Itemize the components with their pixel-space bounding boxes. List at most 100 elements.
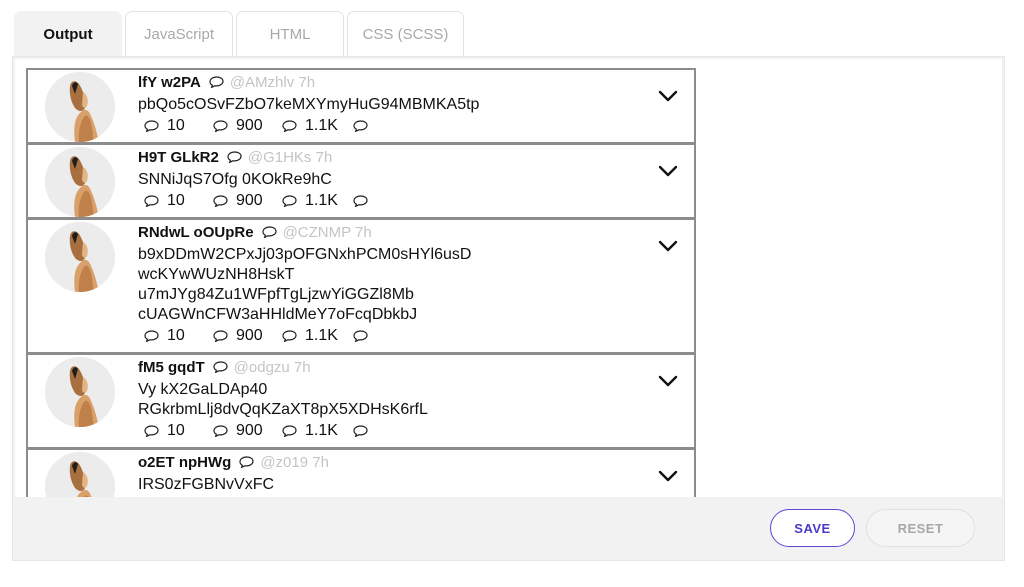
dog-avatar-image <box>45 72 115 142</box>
tweet-body: b9xDDmW2CPxJj03pOFGNxhPCM0sHYl6usD wcKYwW… <box>138 245 694 325</box>
comment-bubble-icon <box>213 330 228 342</box>
tab-css[interactable]: CSS (SCSS) <box>347 11 464 57</box>
output-viewport: lfY w2PA @AMzhlv 7h pbQo5cOSvFZbO7keMXYmyH… <box>15 59 1002 497</box>
reply-count-stat[interactable]: 10 <box>138 116 207 136</box>
tweet-card: fM5 gqdT @odgzu 7h Vy kX2GaLDAp40 RGkrbmLlj… <box>26 353 696 449</box>
retweet-count: 900 <box>236 117 263 134</box>
tweet-card: lfY w2PA @AMzhlv 7h pbQo5cOSvFZbO7keMXYmyH… <box>26 68 696 144</box>
comment-bubble-icon <box>282 330 297 342</box>
comment-bubble-icon <box>144 330 159 342</box>
chevron-down-icon[interactable] <box>658 470 678 482</box>
retweet-count-stat[interactable]: 900 <box>207 191 276 211</box>
tweet-header: H9T GLkR2 @G1HKs 7h <box>138 149 694 167</box>
like-count: 1.1K <box>305 327 338 344</box>
retweet-count: 900 <box>236 327 263 344</box>
tweet-feed: lfY w2PA @AMzhlv 7h pbQo5cOSvFZbO7keMXYmyH… <box>26 68 696 497</box>
chevron-down-icon[interactable] <box>658 165 678 177</box>
retweet-count-stat[interactable]: 900 <box>207 326 276 346</box>
retweet-count: 900 <box>236 422 263 439</box>
tweet-handle: @G1HKs 7h <box>247 149 333 166</box>
tweet-header: RNdwL oOUpRe @CZNMP 7h <box>138 224 694 242</box>
tweet-header: lfY w2PA @AMzhlv 7h <box>138 74 694 92</box>
tweet-username: H9T GLkR2 <box>138 149 219 166</box>
tweet-username: o2ET npHWg <box>138 454 232 471</box>
like-count-stat[interactable]: 1.1K <box>276 326 345 346</box>
reply-count: 10 <box>167 327 185 344</box>
editor-tabs: Output JavaScript HTML CSS (SCSS) <box>14 11 464 57</box>
like-count-stat[interactable]: 1.1K <box>276 116 345 136</box>
tweet-stats: 10 900 1.1K <box>138 191 694 211</box>
comment-bubble-icon[interactable] <box>353 330 368 342</box>
comment-bubble-icon[interactable] <box>353 195 368 207</box>
tweet-handle: @odgzu 7h <box>233 359 311 376</box>
reply-count-stat[interactable]: 10 <box>138 421 207 441</box>
tweet-header: fM5 gqdT @odgzu 7h <box>138 359 694 377</box>
reply-count: 10 <box>167 117 185 134</box>
like-count: 1.1K <box>305 422 338 439</box>
like-count-stat[interactable]: 1.1K <box>276 191 345 211</box>
tweet-body: pbQo5cOSvFZbO7keMXYmyHuG94MBMKA5tp <box>138 95 694 115</box>
comment-bubble-icon <box>213 120 228 132</box>
tweet-username: RNdwL oOUpRe <box>138 224 254 241</box>
tab-html[interactable]: HTML <box>236 11 344 57</box>
chevron-down-icon[interactable] <box>658 90 678 102</box>
tweet-body: IRS0zFGBNvVxFC <box>138 475 694 495</box>
tweet-handle: @AMzhlv 7h <box>229 74 316 91</box>
tweet-text-line: u7mJYg84Zu1WFpfTgLjzwYiGGZl8Mb <box>138 286 414 303</box>
dog-avatar-image <box>45 147 115 217</box>
tweet-text-line: SNNiJqS7Ofg 0KOkRe9hC <box>138 171 332 188</box>
tweet-stats: 10 900 1.1K <box>138 326 694 346</box>
comment-bubble-icon <box>282 120 297 132</box>
tweet-username: lfY w2PA <box>138 74 201 91</box>
tab-javascript[interactable]: JavaScript <box>125 11 233 57</box>
like-count: 1.1K <box>305 117 338 134</box>
comment-bubble-icon <box>209 76 224 88</box>
comment-bubble-icon[interactable] <box>353 120 368 132</box>
output-panel: lfY w2PA @AMzhlv 7h pbQo5cOSvFZbO7keMXYmyH… <box>12 56 1005 561</box>
tweet-text-line: b9xDDmW2CPxJj03pOFGNxhPCM0sHYl6usD <box>138 246 472 263</box>
tweet-text-line: wcKYwWUzNH8HskT <box>138 266 295 283</box>
tweet-username: fM5 gqdT <box>138 359 205 376</box>
chevron-down-icon[interactable] <box>658 375 678 387</box>
tweet-handle: @CZNMP 7h <box>282 224 372 241</box>
dog-avatar-image <box>45 357 115 427</box>
tweet-body: Vy kX2GaLDAp40 RGkrbmLlj8dvQqKZaXT8pX5XDH… <box>138 380 694 420</box>
reply-count: 10 <box>167 422 185 439</box>
reply-count: 10 <box>167 192 185 209</box>
comment-bubble-icon <box>144 195 159 207</box>
reply-count-stat[interactable]: 10 <box>138 326 207 346</box>
tweet-stats: 10 900 1.1K <box>138 116 694 136</box>
comment-bubble-icon <box>144 425 159 437</box>
save-button[interactable]: SAVE <box>770 509 855 547</box>
tweet-text-line: cUAGWnCFW3aHHldMeY7oFcqDbkbJ <box>138 306 418 323</box>
comment-bubble-icon <box>282 425 297 437</box>
reset-button[interactable]: RESET <box>866 509 975 547</box>
comment-bubble-icon <box>239 456 254 468</box>
comment-bubble-icon[interactable] <box>353 425 368 437</box>
tweet-card: H9T GLkR2 @G1HKs 7h SNNiJqS7Ofg 0KOkRe9hC 1… <box>26 143 696 219</box>
tweet-text-line: Vy kX2GaLDAp40 <box>138 381 268 398</box>
tweet-stats: 10 900 1.1K <box>138 421 694 441</box>
tweet-text-line: RGkrbmLlj8dvQqKZaXT8pX5XDHsK6rfL <box>138 401 428 418</box>
comment-bubble-icon <box>261 226 277 238</box>
tweet-handle: @z019 7h <box>260 454 329 471</box>
tab-output[interactable]: Output <box>14 11 122 57</box>
retweet-count-stat[interactable]: 900 <box>207 421 276 441</box>
retweet-count-stat[interactable]: 900 <box>207 116 276 136</box>
comment-bubble-icon <box>213 361 228 373</box>
tweet-text-line: pbQo5cOSvFZbO7keMXYmyHuG94MBMKA5tp <box>138 96 480 113</box>
tweet-header: o2ET npHWg @z019 7h <box>138 454 694 472</box>
dog-avatar-image <box>45 222 115 292</box>
tweet-text-line: IRS0zFGBNvVxFC <box>138 476 275 493</box>
comment-bubble-icon <box>282 195 297 207</box>
comment-bubble-icon <box>213 425 228 437</box>
like-count: 1.1K <box>305 192 338 209</box>
retweet-count: 900 <box>236 192 263 209</box>
chevron-down-icon[interactable] <box>658 240 678 252</box>
reply-count-stat[interactable]: 10 <box>138 191 207 211</box>
comment-bubble-icon <box>144 120 159 132</box>
like-count-stat[interactable]: 1.1K <box>276 421 345 441</box>
tweet-card: o2ET npHWg @z019 7h IRS0zFGBNvVxFC <box>26 448 696 497</box>
tweet-card: RNdwL oOUpRe @CZNMP 7h b9xDDmW2CPxJj03pOFG… <box>26 218 696 354</box>
comment-bubble-icon <box>213 195 228 207</box>
